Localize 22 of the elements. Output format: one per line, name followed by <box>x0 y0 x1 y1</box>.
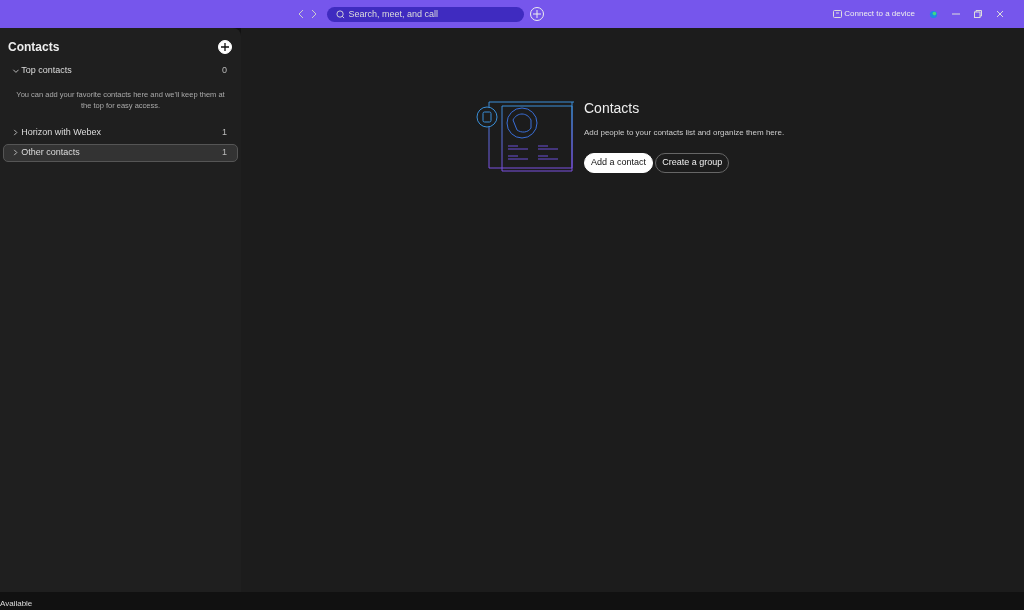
screen-icon <box>833 10 843 18</box>
minimize-icon[interactable] <box>952 10 960 18</box>
contact-group[interactable]: Top contacts 0 <box>3 62 238 80</box>
connect-device-button[interactable]: Connect to a device <box>833 8 915 20</box>
chevron-icon <box>12 67 19 75</box>
back-icon[interactable] <box>297 9 305 19</box>
main-title: Contacts <box>584 99 641 118</box>
search-field[interactable]: Search, meet, and call <box>326 6 524 22</box>
chevron-icon <box>12 129 19 137</box>
presence-status[interactable]: Available <box>0 598 33 610</box>
close-icon[interactable] <box>996 10 1004 18</box>
search-icon <box>335 9 345 19</box>
main-description: Add people to your contacts list and organize them here. <box>584 127 785 139</box>
contact-group[interactable]: Other contacts 1 <box>3 143 238 162</box>
add-contact-button[interactable]: Add a contact <box>584 153 654 173</box>
chevron-icon <box>12 149 19 157</box>
add-contact-button[interactable] <box>218 40 232 54</box>
sidebar-title: Contacts <box>8 39 60 56</box>
browser-icon[interactable] <box>929 9 938 19</box>
restore-icon[interactable] <box>974 10 982 18</box>
contact-group[interactable]: Horizon with Webex 1 <box>3 123 238 142</box>
forward-icon[interactable] <box>309 9 318 19</box>
